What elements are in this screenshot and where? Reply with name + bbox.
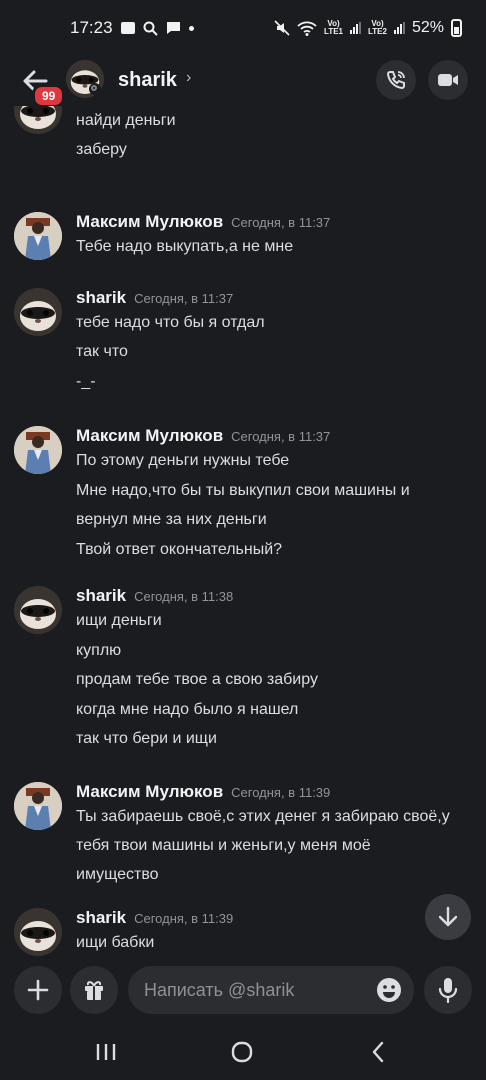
message-text[interactable]: вернул мне за них деньги (76, 511, 267, 529)
message-text[interactable]: имущество (76, 866, 159, 884)
video-camera-icon (438, 74, 458, 86)
recent-apps-icon[interactable] (95, 1042, 117, 1062)
avatar[interactable] (14, 586, 62, 634)
page-title[interactable]: sharik (118, 69, 177, 92)
message-header: Максим Мулюков Сегодня, в 11:37 (76, 212, 330, 232)
avatar[interactable] (14, 288, 62, 336)
author-name[interactable]: sharik (76, 288, 126, 307)
message-text[interactable]: найди деньги (76, 112, 176, 130)
sim2-label: Vo) LTE2 (368, 19, 387, 36)
search-notification-icon (143, 21, 158, 36)
message-list[interactable]: sharik Сегодня, в 11:37 найди деньги заберу… (0, 106, 486, 956)
battery-percent: 52% (411, 19, 444, 36)
voice-message-button[interactable] (424, 966, 472, 1014)
voice-call-button[interactable] (376, 60, 416, 100)
avatar[interactable] (14, 106, 62, 134)
chat-notification-icon (166, 22, 180, 34)
plus-icon (27, 979, 49, 1001)
phone-call-icon (386, 71, 405, 90)
message-text[interactable]: Тебе надо выкупать,а не мне (76, 238, 293, 256)
author-name[interactable]: Максим Мулюков (76, 426, 223, 445)
video-call-button[interactable] (428, 60, 468, 100)
message-text[interactable]: так что бери и ищи (76, 730, 217, 748)
message-timestamp: Сегодня, в 11:38 (134, 589, 234, 604)
chevron-right-icon[interactable]: › (186, 69, 191, 87)
message-text[interactable]: тебя твои машины и женьги,у меня моё (76, 837, 371, 855)
add-attachment-button[interactable] (14, 966, 62, 1014)
gift-icon (85, 981, 103, 1000)
message-text[interactable]: -_- (76, 373, 96, 391)
message-timestamp: Сегодня, в 11:37 (134, 291, 234, 306)
status-right: Vo) LTE1 Vo) LTE2 52% (274, 19, 462, 37)
message-header: sharik Сегодня, в 11:39 (76, 908, 233, 928)
battery-icon (451, 19, 462, 37)
message-timestamp: Сегодня, в 11:39 (134, 911, 234, 926)
message-text[interactable]: куплю (76, 642, 121, 660)
message-input-placeholder: Написать @sharik (144, 980, 295, 1000)
message-timestamp: Сегодня, в 11:37 (231, 215, 331, 230)
smiley-icon[interactable] (376, 977, 402, 1003)
message-text[interactable]: По этому деньги нужны тебе (76, 452, 289, 470)
clock: 17:23 (70, 18, 113, 37)
message-text[interactable]: так что (76, 343, 128, 361)
wifi-icon (297, 21, 317, 36)
message-timestamp: Сегодня, в 11:39 (231, 785, 331, 800)
author-name[interactable]: Максим Мулюков (76, 782, 223, 801)
avatar[interactable] (14, 426, 62, 474)
message-text[interactable]: когда мне надо было я нашел (76, 701, 298, 719)
gift-button[interactable] (70, 966, 118, 1014)
author-name[interactable]: Максим Мулюков (76, 212, 223, 231)
status-left: 17:23 (70, 18, 194, 38)
message-text[interactable]: продам тебе твое а свою забиру (76, 671, 318, 689)
message-header: sharik Сегодня, в 11:37 (76, 288, 233, 308)
avatar[interactable] (14, 212, 62, 260)
sim1-label: Vo) LTE1 (324, 19, 343, 36)
offline-status-icon (89, 83, 101, 95)
message-text[interactable]: ищи бабки (76, 934, 154, 952)
message-text[interactable]: заберу (76, 141, 127, 159)
message-text[interactable]: Ты забираешь своё,с этих денег я забираю… (76, 808, 450, 826)
more-notifications-icon (188, 25, 194, 31)
signal-1-icon (350, 22, 361, 34)
status-bar: 17:23 Vo) LTE1 Vo) LTE2 52% (0, 0, 486, 56)
message-text[interactable]: Твой ответ окончательный? (76, 541, 282, 559)
mute-icon (274, 20, 290, 36)
message-composer: Написать @sharik (0, 956, 486, 1030)
unread-badge: 99 (32, 84, 66, 108)
signal-2-icon (393, 22, 405, 34)
microphone-icon (438, 978, 458, 1003)
gallery-icon (120, 22, 135, 34)
back-nav-icon[interactable] (370, 1040, 386, 1064)
message-timestamp: Сегодня, в 11:37 (231, 429, 331, 444)
scroll-to-bottom-button[interactable] (425, 894, 471, 940)
home-icon[interactable] (230, 1040, 254, 1064)
author-name[interactable]: sharik (76, 908, 126, 927)
message-header: sharik Сегодня, в 11:38 (76, 586, 233, 606)
message-text[interactable]: Мне надо,что бы ты выкупил свои машины и (76, 482, 410, 500)
message-header: Максим Мулюков Сегодня, в 11:39 (76, 782, 330, 802)
arrow-down-icon (438, 906, 458, 927)
author-name[interactable]: sharik (76, 586, 126, 605)
message-text[interactable]: ищи деньги (76, 612, 162, 630)
message-text[interactable]: тебе надо что бы я отдал (76, 314, 265, 332)
message-header: Максим Мулюков Сегодня, в 11:37 (76, 426, 330, 446)
message-input[interactable]: Написать @sharik (128, 966, 414, 1014)
system-navigation-bar (0, 1030, 486, 1080)
avatar[interactable] (14, 782, 62, 830)
channel-header: 99 sharik › (0, 56, 486, 108)
avatar[interactable] (14, 908, 62, 956)
